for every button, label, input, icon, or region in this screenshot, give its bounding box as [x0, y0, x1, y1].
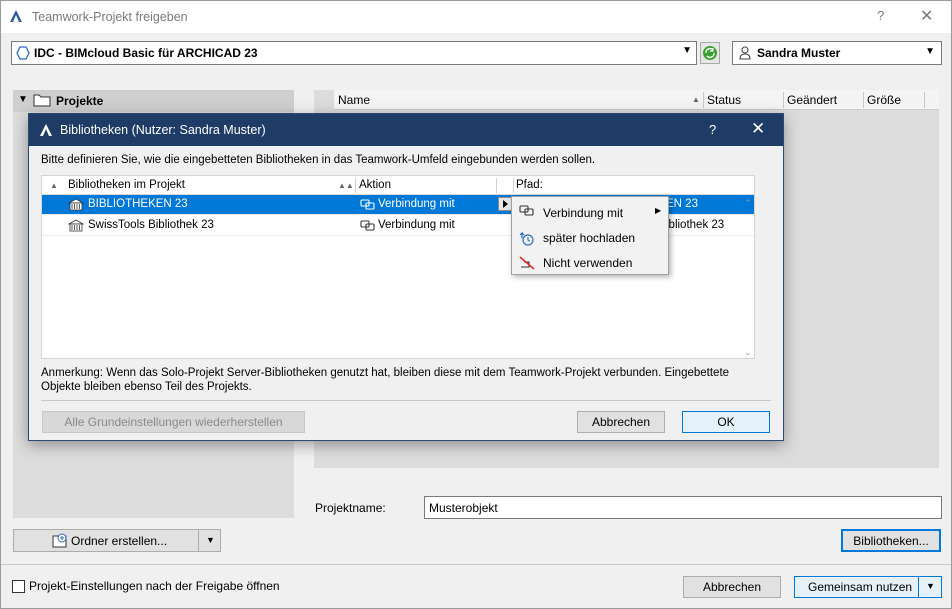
column-modified[interactable]: Geändert — [787, 93, 837, 107]
project-tree-root[interactable]: ▼ Projekte — [13, 90, 294, 112]
sort-up-icon: ▲ — [50, 181, 58, 190]
action-menu-button[interactable] — [498, 197, 512, 211]
column-path[interactable]: Pfad: — [516, 179, 543, 191]
library-action: Verbindung mit — [378, 219, 455, 231]
menu-item-do-not-use[interactable]: Nicht verwenden — [512, 250, 668, 275]
dialog-divider — [41, 400, 771, 401]
open-settings-checkbox[interactable] — [12, 580, 25, 593]
user-icon — [739, 46, 751, 60]
user-select[interactable]: Sandra Muster ▼ — [732, 41, 942, 65]
user-select-value: Sandra Muster — [757, 46, 841, 60]
create-folder-label: Ordner erstellen... — [71, 534, 168, 548]
archicad-logo-icon — [40, 124, 52, 136]
share-button-label: Gemeinsam nutzen — [808, 580, 913, 594]
refresh-icon — [703, 46, 717, 60]
menu-item-connect[interactable]: Verbindung mit ▶ — [512, 200, 668, 225]
project-tree-root-label: Projekte — [56, 94, 104, 108]
dialog-titlebar[interactable]: Bibliotheken (Nutzer: Sandra Muster) ? ✕ — [29, 114, 783, 146]
library-path: ibliothek 23 — [666, 219, 725, 231]
server-select-value: IDC - BIMcloud Basic für ARCHICAD 23 — [34, 46, 258, 60]
sort-up-icon: ▲▲ — [338, 181, 354, 190]
create-folder-button[interactable]: Ordner erstellen... ▼ — [13, 529, 221, 552]
action-context-menu: Verbindung mit ▶ später hochladen Nicht … — [511, 196, 669, 275]
libraries-dialog: Bibliotheken (Nutzer: Sandra Muster) ? ✕… — [28, 113, 784, 441]
footer-divider — [1, 564, 951, 565]
library-name: BIBLIOTHEKEN 23 — [88, 198, 188, 210]
library-icon — [68, 219, 84, 232]
chevron-down-icon: ▼ — [682, 45, 692, 56]
upload-later-icon — [519, 231, 534, 246]
library-name: SwissTools Bibliothek 23 — [88, 219, 214, 231]
reset-defaults-button[interactable]: Alle Grundeinstellungen wiederherstellen — [42, 411, 305, 433]
window-help-button[interactable]: ? — [877, 8, 884, 23]
new-folder-icon — [52, 533, 67, 548]
link-icon — [519, 205, 534, 216]
sync-button[interactable] — [700, 42, 720, 64]
column-library[interactable]: Bibliotheken im Projekt — [68, 179, 185, 191]
chevron-down-icon[interactable]: ▼ — [18, 94, 28, 105]
column-name[interactable]: Name — [338, 93, 370, 107]
library-action: Verbindung mit — [378, 198, 455, 210]
menu-item-label: später hochladen — [543, 231, 636, 245]
scroll-down-icon[interactable]: ⌄ — [744, 347, 752, 358]
sort-up-icon: ▲ — [692, 95, 700, 104]
project-name-input[interactable]: Musterobjekt — [424, 496, 942, 519]
window-titlebar[interactable]: Teamwork-Projekt freigeben ? ✕ — [1, 1, 951, 33]
link-icon — [360, 220, 375, 231]
chevron-down-icon: ▼ — [925, 46, 935, 57]
menu-item-label: Nicht verwenden — [543, 256, 633, 270]
column-action[interactable]: Aktion — [359, 179, 391, 191]
cancel-button[interactable]: Abbrechen — [683, 576, 781, 598]
dialog-title: Bibliotheken (Nutzer: Sandra Muster) — [60, 123, 266, 137]
folder-icon — [33, 94, 51, 107]
chevron-down-icon[interactable]: ▼ — [206, 535, 215, 545]
scroll-up-icon[interactable]: ⌃ — [744, 198, 752, 209]
caret-right-icon — [503, 200, 508, 208]
column-size[interactable]: Größe — [867, 93, 901, 107]
library-table-header: ▲ Bibliotheken im Projekt ▲▲ Aktion Pfad… — [42, 176, 754, 195]
dialog-ok-button[interactable]: OK — [682, 411, 770, 433]
hexagon-server-icon — [16, 46, 30, 60]
project-list-header: Name ▲ Status Geändert Größe — [334, 90, 939, 110]
server-select[interactable]: IDC - BIMcloud Basic für ARCHICAD 23 ▼ — [11, 41, 697, 65]
window-close-button[interactable]: ✕ — [920, 6, 933, 26]
chevron-down-icon[interactable]: ▼ — [926, 581, 935, 591]
menu-item-upload-later[interactable]: später hochladen — [512, 225, 668, 250]
dialog-cancel-button[interactable]: Abbrechen — [577, 411, 665, 433]
project-name-label: Projektname: — [315, 501, 386, 515]
menu-item-label: Verbindung mit — [543, 206, 624, 220]
libraries-button[interactable]: Bibliotheken... — [841, 529, 941, 552]
dialog-instruction: Bitte definieren Sie, wie die eingebette… — [41, 154, 596, 166]
do-not-use-icon — [519, 256, 535, 270]
submenu-arrow-icon: ▶ — [655, 206, 662, 215]
window-title: Teamwork-Projekt freigeben — [32, 10, 188, 24]
column-status[interactable]: Status — [707, 93, 741, 107]
dialog-note: Anmerkung: Wenn das Solo-Projekt Server-… — [41, 367, 730, 393]
archicad-logo-icon — [10, 10, 22, 22]
library-path: EN 23 — [666, 198, 698, 210]
share-button[interactable]: Gemeinsam nutzen ▼ — [794, 576, 942, 598]
dialog-close-button[interactable]: ✕ — [751, 119, 765, 139]
open-settings-label: Projekt-Einstellungen nach der Freigabe … — [29, 579, 280, 593]
library-icon — [68, 198, 84, 211]
dialog-help-button[interactable]: ? — [709, 122, 716, 137]
link-icon — [360, 199, 375, 210]
